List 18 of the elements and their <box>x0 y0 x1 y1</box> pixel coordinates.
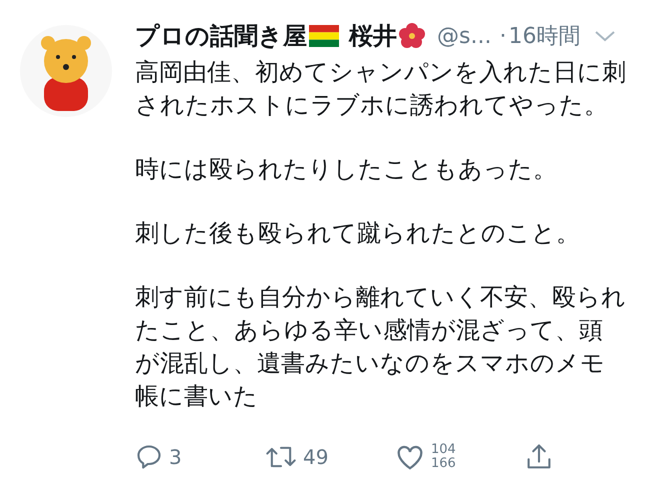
tweet-paragraph: 刺す前にも自分から離れていく不安、殴られたこと、あらゆる辛い感情が混ざって、頭が混乱し、遺書みたいなのをスマホのメモ帳に書いた <box>135 282 627 412</box>
flower-icon <box>397 21 427 51</box>
separator: · <box>499 22 506 50</box>
display-name[interactable]: プロの話聞き屋 <box>135 18 307 54</box>
heart-icon[interactable] <box>395 443 425 471</box>
reply-count: 3 <box>169 444 182 471</box>
tweet-paragraph: 刺した後も殴られて蹴られたとのこと。 <box>135 218 581 249</box>
user-handle[interactable]: @s... <box>437 20 492 52</box>
tweet-paragraph: 時には殴られたりしたこともあった。 <box>135 154 558 185</box>
tweet-paragraph: 高岡由佳、初めてシャンパンを入れた日に刺されたホストにラブホに誘われてやった。 <box>135 57 627 121</box>
retweet-count: 49 <box>303 444 328 471</box>
bear-avatar-drawing[interactable] <box>20 25 112 117</box>
like-count-next: 166 <box>431 457 456 471</box>
like-count: 104 <box>431 443 456 457</box>
timestamp[interactable]: 16時間 <box>508 20 580 52</box>
speech-bubble-icon[interactable] <box>135 443 163 471</box>
display-name-suffix[interactable]: 桜井 <box>349 18 397 54</box>
flag-icon <box>309 25 339 47</box>
